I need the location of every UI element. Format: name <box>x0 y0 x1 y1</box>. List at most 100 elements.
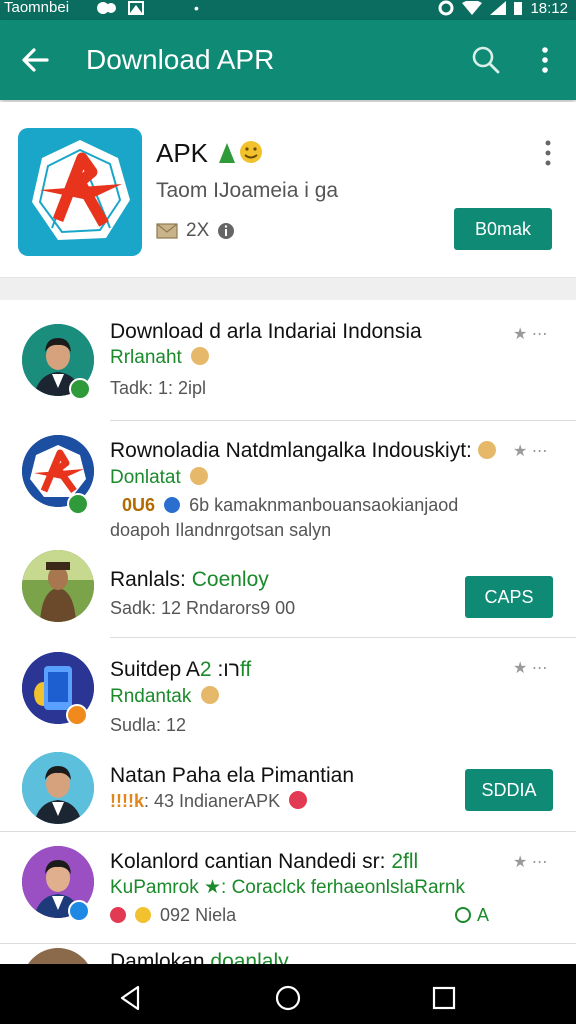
verified-badge-icon <box>69 378 91 400</box>
featured-download-button[interactable]: B0mak <box>454 208 552 250</box>
avatar <box>22 550 94 622</box>
list-item[interactable]: Kolanlord cantian Nandedi sr: 2fll KuPam… <box>0 832 576 944</box>
list-item-title: Download d arla Indariai Indonsia <box>110 320 422 343</box>
heart-emoji-icon <box>289 791 308 809</box>
list-item-title-text: Damlokan <box>110 950 205 964</box>
list-item-title-accent: Coenloy <box>191 568 269 591</box>
list-item-subtitle: KuPamrok ★: Coraclck ferhaeonlslaRarnk <box>110 877 465 898</box>
star-rating-icon[interactable]: ★ ⋯ <box>513 324 557 343</box>
list-item-meta: Sudla: 12 <box>110 715 187 735</box>
list-item-title: Rownoladia Natdmlangalka Indouskiyt: <box>110 439 496 463</box>
info-circle-icon <box>164 497 181 513</box>
chat-bubble-icon <box>455 907 471 923</box>
more-vert-icon[interactable] <box>535 44 555 76</box>
list-item-title: Natan Paha ela Pimantian <box>110 764 354 787</box>
status-bar: Taomnbei • 18:12 <box>0 0 576 20</box>
star-rating-icon[interactable]: ★ ⋯ <box>513 658 557 677</box>
list-item-title-text: Rownoladia Natdmlangalka Indouskiyt: <box>110 439 472 462</box>
list-item-meta: 0U6 6b kamaknmanbouansaokianjaod <box>122 495 458 516</box>
list-item[interactable]: Ranlals: Coenloy Sadk: 12 Rndarors9 00 C… <box>0 538 576 638</box>
back-triangle-icon[interactable] <box>116 983 146 1013</box>
notification-badge-icon <box>66 704 88 726</box>
featured-meta: 2X <box>156 220 235 242</box>
system-navigation-bar <box>0 964 576 1024</box>
featured-meta-text: 2X <box>186 220 210 241</box>
avatar <box>22 948 94 964</box>
star-rating-icon[interactable]: ★ ⋯ <box>513 441 557 460</box>
list-item-title: Kolanlord cantian Nandedi sr: 2fll <box>110 850 418 874</box>
mail-icon <box>156 223 178 239</box>
list-item-title-accent: doanlaly <box>210 950 289 964</box>
app-logo <box>18 128 142 256</box>
status-carrier-text: Taomnbei <box>4 0 70 16</box>
list-item-subtitle: Rndantak <box>110 686 219 708</box>
list-item-title: Suitdep Aרו: 2ff <box>110 658 251 682</box>
list-item-title-text: Kolanlord cantian Nandedi sr: <box>110 850 386 873</box>
list-item[interactable]: Suitdep Aרו: 2ff Rndantak Sudla: 12 ★ ⋯ <box>0 638 576 738</box>
list-item-title: Ranlals: Coenloy <box>110 568 269 592</box>
list-item-meta: Tadk: 1: 2ipl <box>110 378 207 398</box>
alarm-icon <box>438 0 454 16</box>
status-time: 18:12 <box>530 0 568 17</box>
back-arrow-icon[interactable] <box>20 42 50 78</box>
emoji-icon <box>110 907 126 923</box>
list-item-meta: 092 Niela <box>110 905 236 926</box>
featured-title: APK <box>156 138 267 168</box>
emoji-icon <box>191 347 210 365</box>
featured-subtitle: Taom IJoameia i ga <box>156 179 339 202</box>
list-item-title-text: Ranlals: <box>110 568 186 591</box>
emoji-icon <box>477 441 496 459</box>
list-item-meta-text: 6b kamaknmanbouansaokianjaod <box>189 495 459 515</box>
status-system-icons: 18:12 <box>438 0 568 17</box>
app-list: Download d arla Indariai Indonsia Rrlana… <box>0 300 576 964</box>
list-item[interactable]: Download d arla Indariai Indonsia Rrlana… <box>0 300 576 421</box>
list-item-subtitle: Rrlanaht <box>110 347 210 369</box>
list-item-meta-prefix: 0U6 <box>122 495 156 515</box>
list-item-meta: !!!!k: 43 IndianerAPK <box>110 791 308 812</box>
more-vert-icon[interactable] <box>540 138 556 168</box>
list-item[interactable]: Rownoladia Natdmlangalka Indouskiyt: Don… <box>0 421 576 540</box>
logo-icon <box>32 140 130 240</box>
install-button[interactable]: CAPS <box>465 576 553 618</box>
featured-app-card[interactable]: APK Taom IJoameia i ga 2X B0mak <box>0 102 576 278</box>
wifi-icon <box>462 1 483 15</box>
notification-icon <box>97 2 116 14</box>
star-rating-icon[interactable]: ★ ⋯ <box>513 852 557 871</box>
avatar <box>22 752 94 824</box>
person-avatar-icon <box>22 752 94 824</box>
list-item[interactable]: Natan Paha ela Pimantian !!!!k: 43 India… <box>0 740 576 832</box>
page-title: Download APR <box>86 44 275 75</box>
list-item-meta-right-text: A <box>477 905 490 925</box>
info-icon <box>218 223 235 239</box>
emoji-icon <box>219 141 263 163</box>
list-item-meta: Sadk: 12 Rndarors9 00 <box>110 598 296 618</box>
list-item-subtitle-text: Rndantak <box>110 686 192 707</box>
list-item[interactable]: Damlokan doanlaly <box>0 944 576 964</box>
list-item-meta-prefix: !!!!k <box>110 791 144 811</box>
recents-square-icon[interactable] <box>429 983 459 1013</box>
emoji-icon <box>135 907 152 923</box>
image-icon <box>128 1 144 15</box>
search-icon[interactable] <box>470 44 502 76</box>
person-avatar-icon <box>22 550 94 622</box>
list-item-title: Damlokan doanlaly <box>110 950 289 964</box>
list-item-meta-right: A <box>455 905 489 926</box>
emoji-icon <box>200 686 219 704</box>
dot-icon: • <box>194 0 199 16</box>
section-divider <box>0 278 576 300</box>
list-item-meta-text: : 43 IndianerAPK <box>144 791 281 811</box>
list-item-meta-text: 092 Niela <box>160 905 237 925</box>
install-button[interactable]: SDDIA <box>465 769 553 811</box>
list-item-subtitle: Donlatat <box>110 467 209 489</box>
signal-icon <box>490 1 507 15</box>
home-circle-icon[interactable] <box>273 983 303 1013</box>
battery-icon <box>514 2 523 15</box>
list-item-subtitle-text: Donlatat <box>110 467 181 488</box>
app-bar: Download APR <box>0 20 576 100</box>
emoji-icon <box>190 467 209 485</box>
list-item-title-text: Suitdep Aרו: <box>110 658 240 681</box>
verified-badge-icon <box>68 900 90 922</box>
list-item-title-accent: 2fll <box>391 850 419 873</box>
list-item-subtitle-text: Rrlanaht <box>110 347 182 368</box>
status-notification-icons: • <box>96 0 199 16</box>
